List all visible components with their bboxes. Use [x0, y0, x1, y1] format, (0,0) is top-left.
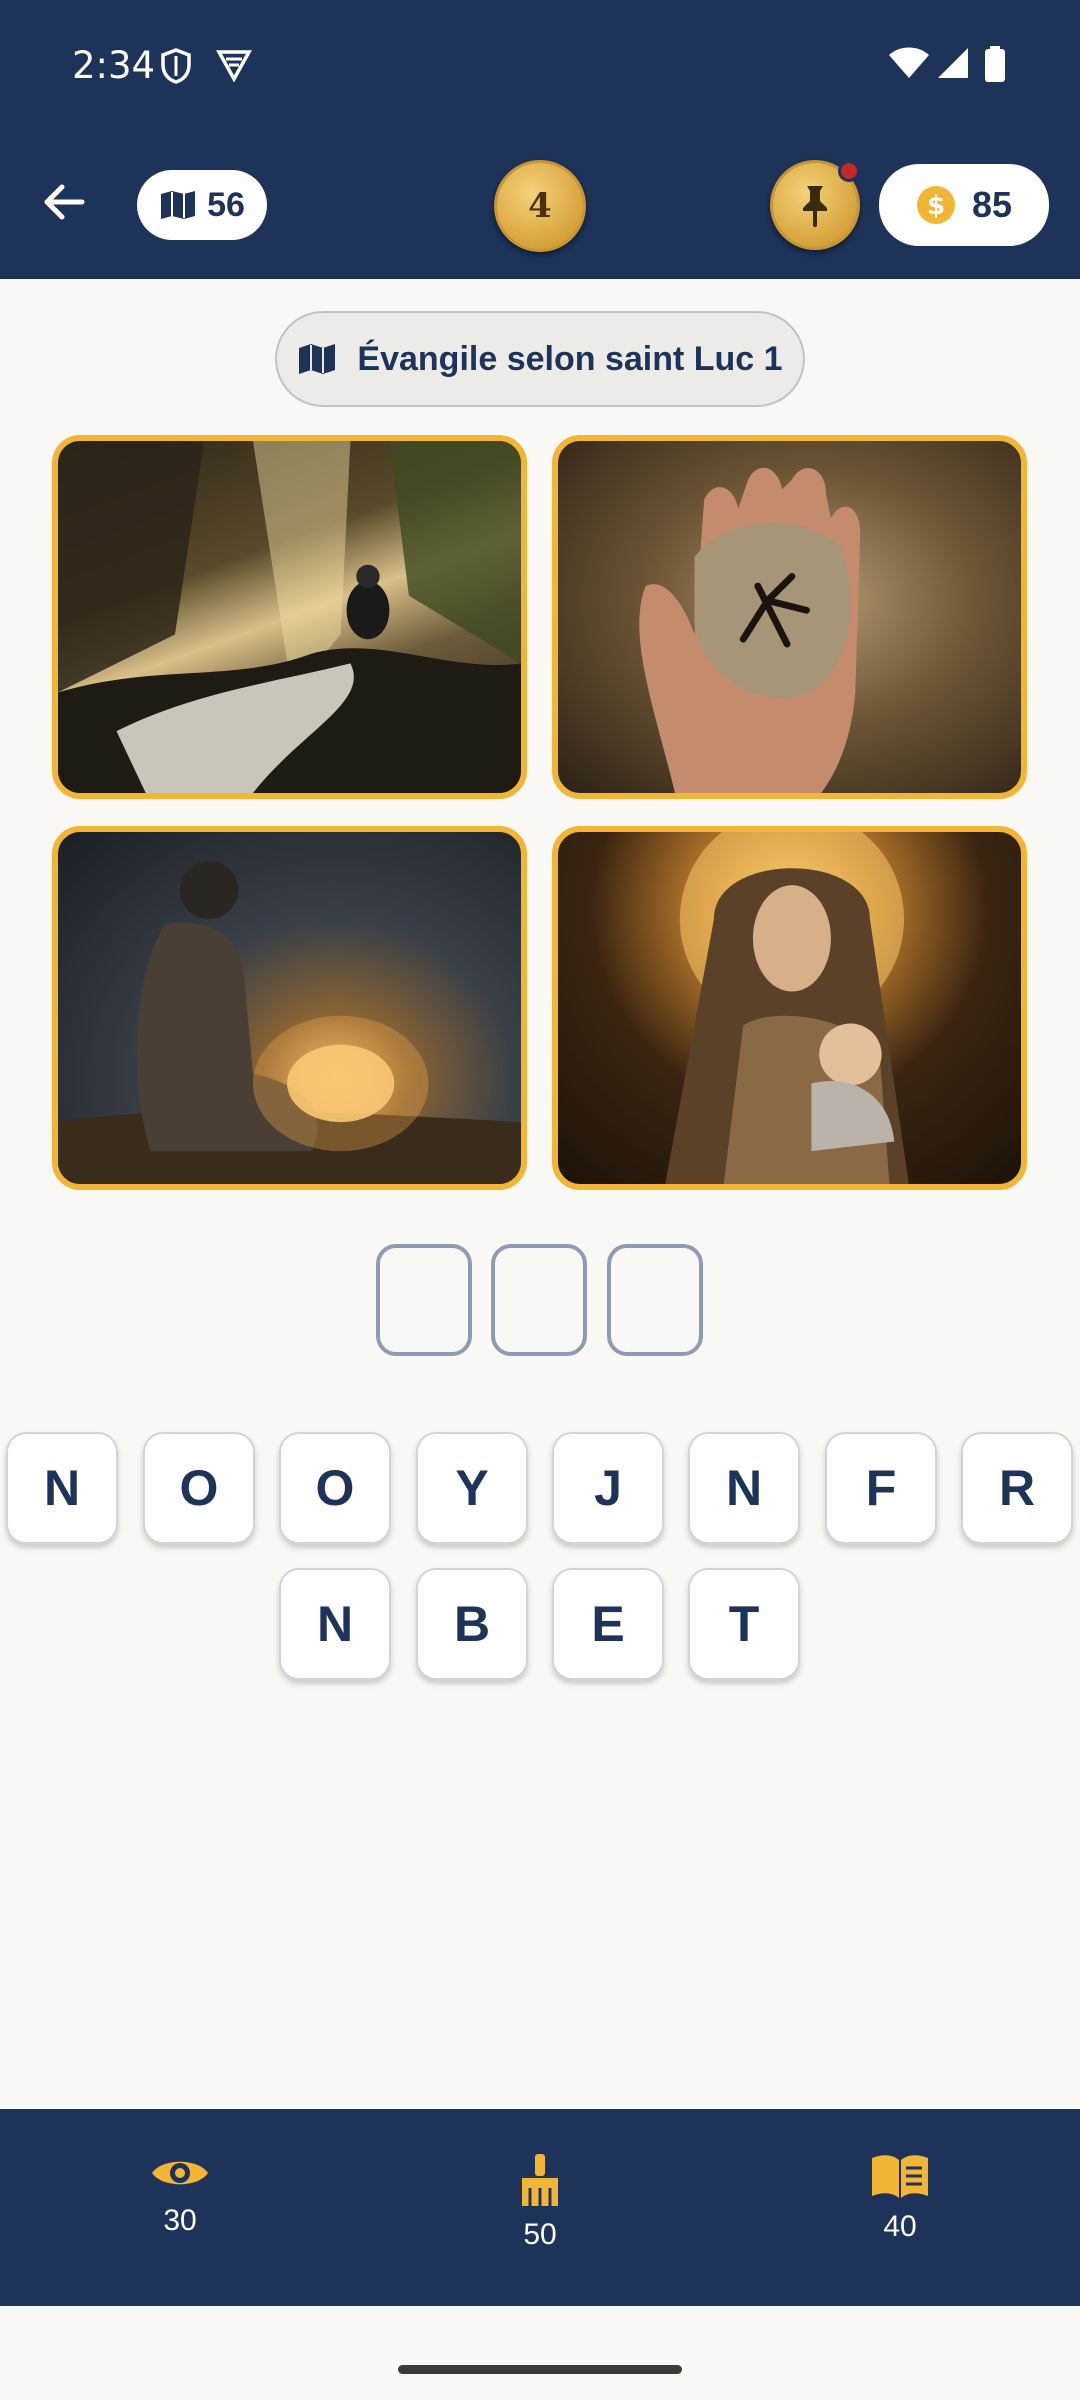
letter-tile[interactable]: J: [552, 1432, 664, 1544]
eye-icon: [152, 2161, 208, 2185]
cellular-signal-icon: [938, 48, 968, 78]
wifi-icon: [889, 47, 929, 78]
answer-slot-3[interactable]: [607, 1244, 703, 1356]
map-book-icon: [299, 344, 336, 374]
battery-icon: [985, 46, 1005, 82]
notification-dot: [838, 160, 860, 182]
hand-stone-scene: [639, 467, 861, 793]
map-book-icon: [161, 191, 196, 219]
letter-tile[interactable]: B: [416, 1568, 528, 1680]
chapter-title: Évangile selon saint Luc 1: [357, 339, 783, 378]
woman-light-scene: [58, 861, 521, 1184]
remove-cost: 50: [523, 2218, 557, 2251]
shield-icon: [161, 48, 191, 84]
letter-tile[interactable]: F: [825, 1432, 937, 1544]
clue-image-woman-light[interactable]: [52, 826, 527, 1190]
clue-image-hand-stone[interactable]: [552, 435, 1027, 799]
waterfall-scene: [58, 441, 521, 793]
level-number: 4: [528, 186, 552, 226]
coins-counter[interactable]: $ 85: [879, 164, 1049, 246]
reveal-letter-button[interactable]: 30: [120, 2152, 240, 2238]
answer-slot-2[interactable]: [491, 1244, 587, 1356]
answer-slot-1[interactable]: [376, 1244, 472, 1356]
letter-tile[interactable]: Y: [416, 1432, 528, 1544]
books-count: 56: [207, 185, 245, 224]
status-bar: 2:34: [0, 0, 1080, 130]
letter-tile[interactable]: N: [6, 1432, 118, 1544]
letter-tile[interactable]: N: [688, 1432, 800, 1544]
books-counter[interactable]: 56: [137, 170, 267, 240]
pushpin-icon: [803, 186, 827, 227]
chapter-chip[interactable]: Évangile selon saint Luc 1: [275, 311, 805, 407]
letter-tile[interactable]: T: [688, 1568, 800, 1680]
broom-icon: [522, 2154, 558, 2206]
coins-count: 85: [971, 184, 1013, 225]
letter-tile[interactable]: O: [279, 1432, 391, 1544]
solve-cost: 40: [883, 2210, 917, 2243]
dollar-coin-icon: $: [916, 186, 955, 224]
letter-tile[interactable]: R: [961, 1432, 1073, 1544]
madonna-scene: [665, 832, 909, 1184]
home-indicator[interactable]: [398, 2365, 682, 2374]
letter-tile[interactable]: N: [279, 1568, 391, 1680]
vpn-icon: [216, 50, 252, 82]
svg-text:$: $: [927, 191, 945, 221]
level-badge: 4: [494, 160, 586, 252]
letter-tile[interactable]: O: [143, 1432, 255, 1544]
reveal-cost: 30: [163, 2204, 197, 2237]
status-time: 2:34: [72, 44, 156, 87]
letter-tile[interactable]: E: [552, 1568, 664, 1680]
clue-image-madonna[interactable]: [552, 826, 1027, 1190]
solve-word-button[interactable]: 40: [840, 2152, 960, 2244]
remove-letters-button[interactable]: 50: [480, 2152, 600, 2252]
back-arrow-icon[interactable]: [38, 176, 90, 228]
open-book-icon: [872, 2155, 928, 2198]
clue-image-waterfall[interactable]: [52, 435, 527, 799]
